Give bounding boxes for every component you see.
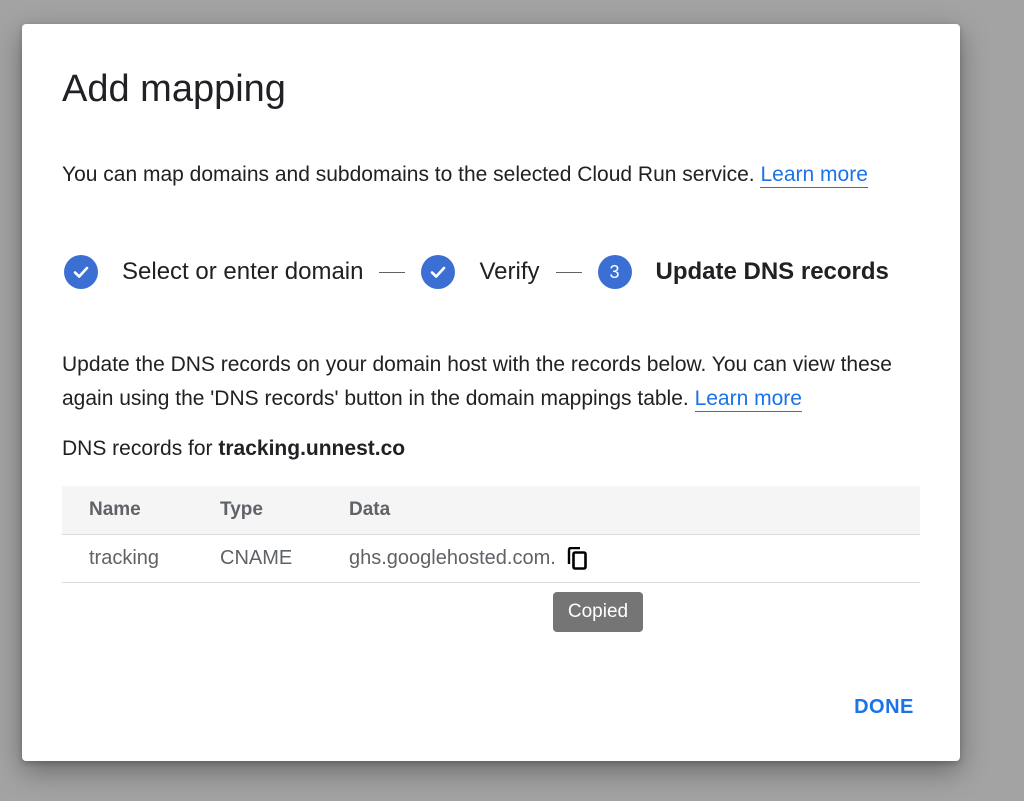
column-header-type: Type (220, 499, 263, 520)
column-header-data: Data (349, 499, 391, 520)
learn-more-link[interactable]: Learn more (760, 163, 868, 188)
copy-icon[interactable] (564, 545, 590, 573)
table-header: Name Type Data (62, 486, 920, 535)
step-number-badge: 3 (597, 255, 632, 289)
dialog-title: Add mapping (62, 68, 286, 110)
step-label-select-domain: Select or enter domain (122, 258, 364, 285)
intro-text-body: You can map domains and subdomains to th… (62, 163, 761, 186)
stepper: Select or enter domain Verify 3 Update D… (64, 254, 889, 290)
column-header-name: Name (89, 499, 141, 520)
record-type: CNAME (220, 547, 293, 569)
learn-more-link-dns[interactable]: Learn more (694, 387, 802, 412)
dns-description: Update the DNS records on your domain ho… (62, 348, 932, 416)
record-data: ghs.googlehosted.com. (349, 547, 556, 569)
step-label-verify: Verify (479, 258, 540, 285)
records-domain: tracking.unnest.co (218, 437, 406, 460)
step-separator (379, 271, 406, 273)
step-separator (555, 271, 582, 273)
done-button[interactable]: DONE (844, 687, 924, 727)
dns-records-heading: DNS records for tracking.unnest.co (62, 437, 405, 461)
intro-text: You can map domains and subdomains to th… (62, 163, 868, 188)
check-icon (421, 255, 456, 289)
record-data-cell: ghs.googlehosted.com. (349, 535, 590, 582)
add-mapping-dialog: Add mapping You can map domains and subd… (22, 24, 960, 761)
dns-records-table: Name Type Data tracking CNAME ghs.google… (62, 486, 920, 583)
records-prefix: DNS records for (62, 437, 219, 460)
step-label-update-dns: Update DNS records (655, 258, 889, 285)
copied-tooltip: Copied (553, 592, 643, 632)
record-name: tracking (89, 547, 160, 569)
table-row: tracking CNAME ghs.googlehosted.com. (62, 535, 920, 582)
check-icon (64, 255, 98, 289)
